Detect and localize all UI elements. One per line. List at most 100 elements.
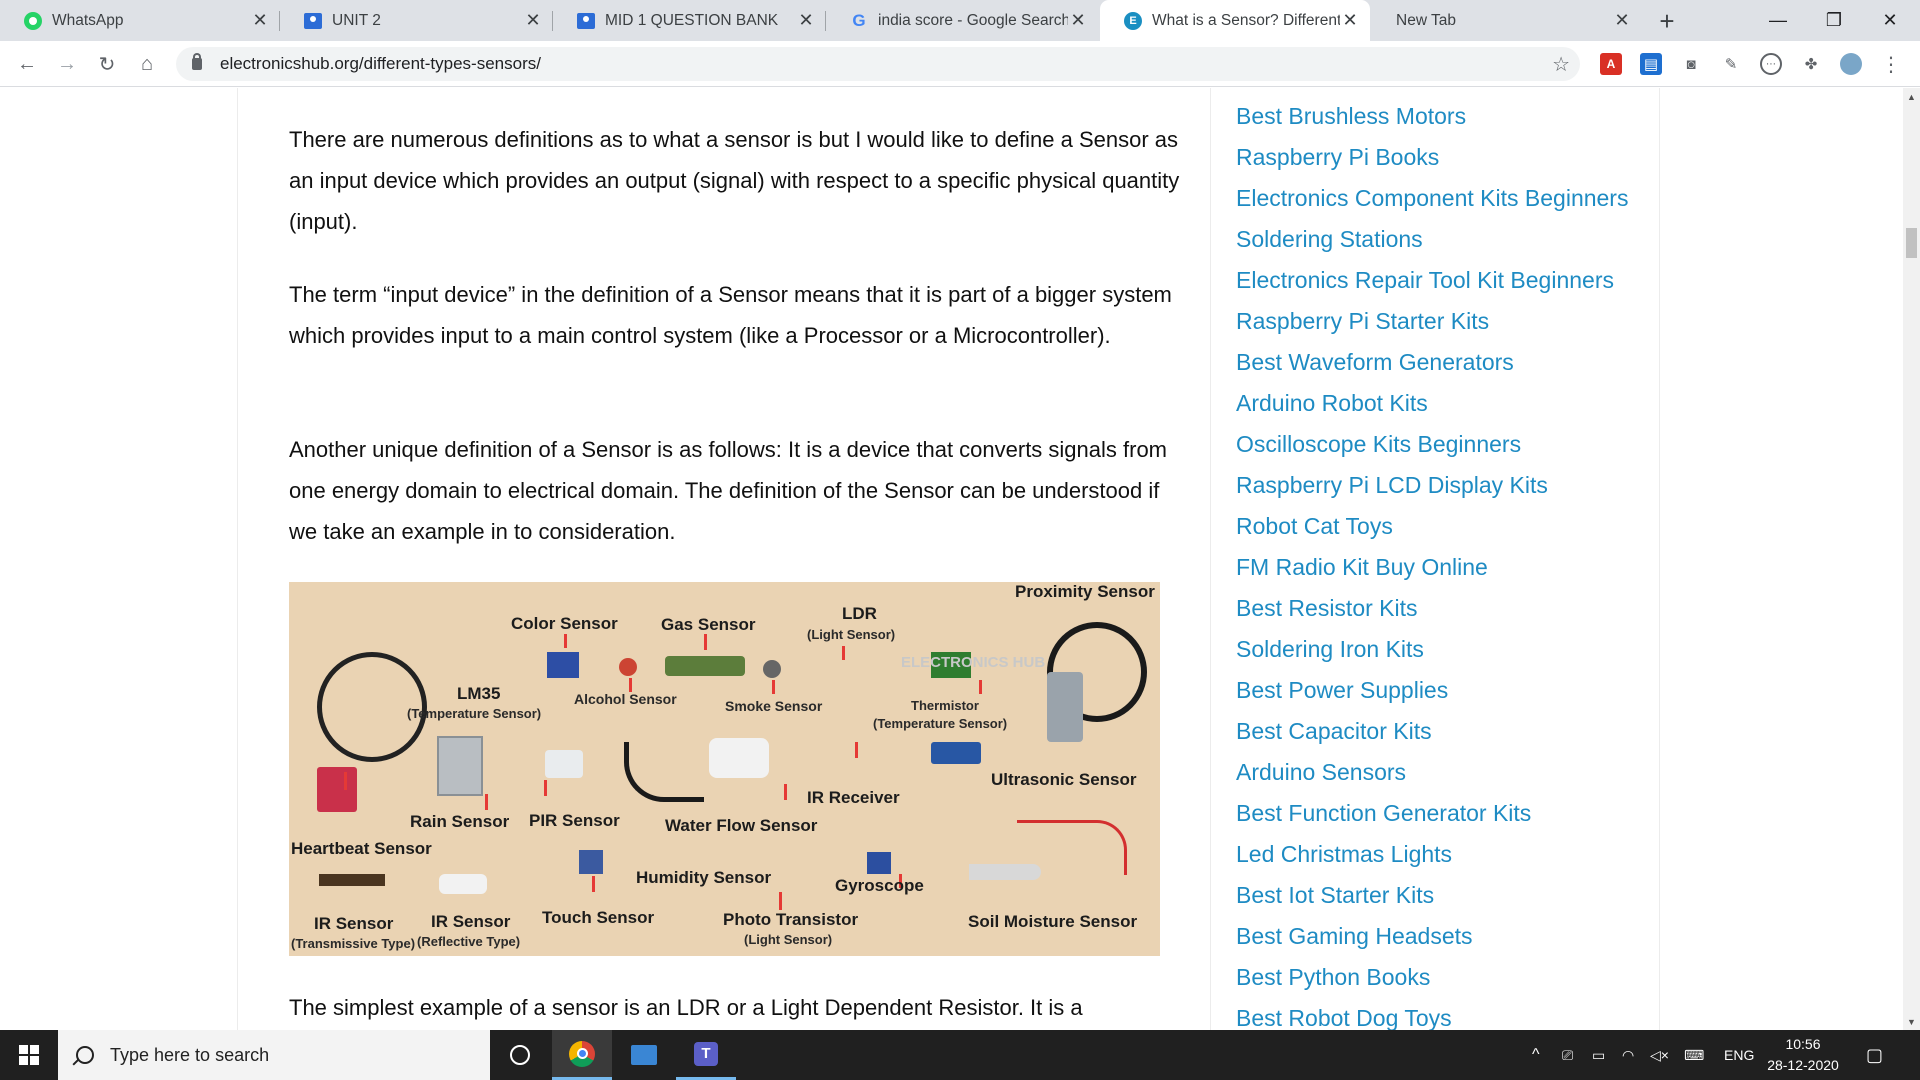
sidebar-link[interactable]: Best Waveform Generators: [1236, 349, 1514, 376]
notifications-icon[interactable]: ▢: [1866, 1030, 1883, 1080]
arrow: [592, 876, 595, 892]
bookmark-star-icon[interactable]: ☆: [1552, 52, 1570, 77]
sidebar-link[interactable]: Best Function Generator Kits: [1236, 800, 1531, 827]
start-button[interactable]: [0, 1030, 58, 1080]
sidebar-link[interactable]: Raspberry Pi LCD Display Kits: [1236, 472, 1548, 499]
menu-kebab-icon[interactable]: ⋮: [1880, 53, 1902, 76]
avatar[interactable]: [1840, 53, 1862, 75]
sidebar-link[interactable]: Raspberry Pi Starter Kits: [1236, 308, 1489, 335]
taskbar-teams[interactable]: T: [676, 1030, 736, 1080]
tab-google-search[interactable]: G india score - Google Search ✕: [826, 0, 1098, 41]
tab-new-tab[interactable]: New Tab ✕: [1372, 0, 1642, 41]
meet-now-icon[interactable]: ⎚: [1562, 1030, 1573, 1080]
sidebar-link[interactable]: Best Gaming Headsets: [1236, 923, 1473, 950]
task-view-icon: [510, 1045, 530, 1065]
tab-title: india score - Google Search: [878, 11, 1068, 29]
scroll-down-icon[interactable]: ▼: [1903, 1013, 1920, 1030]
close-window-button[interactable]: ✕: [1862, 0, 1918, 41]
sidebar-link[interactable]: Arduino Robot Kits: [1236, 390, 1428, 417]
heartbeat-module: [317, 767, 357, 812]
address-bar[interactable]: electronicshub.org/different-types-senso…: [176, 47, 1580, 81]
electronicshub-icon: E: [1124, 11, 1142, 30]
taskbar-search-box[interactable]: Type here to search: [58, 1030, 490, 1080]
alcohol-sensor-part: [619, 658, 637, 676]
sidebar-link[interactable]: Oscilloscope Kits Beginners: [1236, 431, 1521, 458]
page-scrollbar[interactable]: ▲ ▼: [1903, 88, 1920, 1030]
sidebar-link[interactable]: Best Iot Starter Kits: [1236, 882, 1434, 909]
close-icon[interactable]: ✕: [523, 10, 543, 31]
screen-extension-icon[interactable]: ▤: [1640, 53, 1662, 75]
wifi-icon[interactable]: ◠: [1622, 1030, 1634, 1080]
puzzle-extensions-icon[interactable]: ✤: [1800, 53, 1822, 75]
label-soil-moisture-sensor: Soil Moisture Sensor: [968, 912, 1138, 931]
forward-button[interactable]: →: [52, 49, 82, 79]
water-flow-wire: [624, 742, 704, 802]
close-icon[interactable]: ✕: [1068, 10, 1088, 31]
code-extension-icon[interactable]: ⋯: [1760, 53, 1782, 75]
chrome-icon: [569, 1040, 595, 1067]
gyroscope-part: [867, 852, 891, 874]
task-view-button[interactable]: [490, 1030, 550, 1080]
tab-whatsapp[interactable]: WhatsApp ✕: [0, 0, 280, 41]
paragraph: The term “input device” in the definitio…: [289, 282, 1172, 348]
sidebar-link[interactable]: Best Resistor Kits: [1236, 595, 1418, 622]
sidebar-link[interactable]: Electronics Repair Tool Kit Beginners: [1236, 267, 1614, 294]
reload-button[interactable]: ↻: [92, 49, 122, 79]
watermark: ELECTRONICS HUB: [901, 654, 1046, 671]
system-clock[interactable]: 10:56 28-12-2020: [1760, 1034, 1846, 1076]
tab-electronicshub[interactable]: E What is a Sensor? Different T ✕: [1100, 0, 1370, 41]
volume-muted-icon[interactable]: ◁×: [1650, 1030, 1669, 1080]
language-indicator[interactable]: ENG: [1724, 1030, 1754, 1080]
label-color-sensor: Color Sensor: [511, 614, 618, 633]
label-ultrasonic-sensor: Ultrasonic Sensor: [991, 770, 1137, 789]
sidebar: Best Brushless Motors Raspberry Pi Books…: [1210, 88, 1660, 1030]
tab-unit-2[interactable]: UNIT 2 ✕: [280, 0, 553, 41]
sidebar-link[interactable]: Best Brushless Motors: [1236, 103, 1466, 130]
close-icon[interactable]: ✕: [1340, 10, 1360, 31]
sidebar-link[interactable]: Robot Cat Toys: [1236, 513, 1393, 540]
classroom-icon: [577, 12, 595, 30]
camera-extension-icon[interactable]: ◙: [1680, 53, 1702, 75]
sidebar-link[interactable]: FM Radio Kit Buy Online: [1236, 554, 1488, 581]
sidebar-link[interactable]: Soldering Stations: [1236, 226, 1423, 253]
sidebar-link[interactable]: Soldering Iron Kits: [1236, 636, 1424, 663]
label-alcohol-sensor: Alcohol Sensor: [574, 691, 677, 707]
url-text[interactable]: electronicshub.org/different-types-senso…: [220, 54, 541, 74]
eyedropper-extension-icon[interactable]: ✎: [1720, 53, 1742, 75]
clock-time: 10:56: [1785, 1036, 1821, 1052]
close-icon[interactable]: ✕: [250, 10, 270, 31]
label-heartbeat-sensor: Heartbeat Sensor: [291, 839, 432, 858]
label-ir-transmissive-sub: (Transmissive Type): [291, 936, 416, 951]
sidebar-link[interactable]: Best Capacitor Kits: [1236, 718, 1432, 745]
scroll-up-icon[interactable]: ▲: [1903, 88, 1920, 105]
new-tab-button[interactable]: +: [1652, 6, 1682, 36]
taskbar-file-manager[interactable]: [614, 1030, 674, 1080]
arrow: [784, 784, 787, 800]
close-icon[interactable]: ✕: [1612, 10, 1632, 31]
keyboard-icon[interactable]: ⌨: [1684, 1030, 1704, 1080]
battery-icon[interactable]: ▭: [1592, 1030, 1605, 1080]
sidebar-link[interactable]: Electronics Component Kits Beginners: [1236, 185, 1628, 212]
sidebar-link[interactable]: Led Christmas Lights: [1236, 841, 1452, 868]
paragraph: There are numerous definitions as to wha…: [289, 127, 1180, 234]
home-button[interactable]: ⌂: [132, 49, 162, 79]
sidebar-link[interactable]: Best Python Books: [1236, 964, 1430, 991]
back-button[interactable]: ←: [12, 49, 42, 79]
tray-overflow-icon[interactable]: ^: [1532, 1030, 1540, 1080]
smoke-sensor-part: [763, 660, 781, 678]
sidebar-link[interactable]: Best Power Supplies: [1236, 677, 1448, 704]
sidebar-link[interactable]: Arduino Sensors: [1236, 759, 1406, 786]
label-photo-transistor: Photo Transistor: [723, 910, 859, 929]
label-humidity-sensor: Humidity Sensor: [636, 868, 772, 887]
taskbar-chrome[interactable]: [552, 1030, 612, 1080]
scroll-thumb[interactable]: [1906, 228, 1917, 258]
sidebar-link[interactable]: Raspberry Pi Books: [1236, 144, 1439, 171]
sidebar-link[interactable]: Best Robot Dog Toys: [1236, 1005, 1452, 1030]
tab-mid-1-question-bank[interactable]: MID 1 QUESTION BANK ✕: [553, 0, 826, 41]
close-icon[interactable]: ✕: [796, 10, 816, 31]
pdf-extension-icon[interactable]: A: [1600, 53, 1622, 75]
label-lm35-sub: (Temperature Sensor): [407, 706, 542, 721]
lock-icon[interactable]: [192, 53, 202, 70]
restore-button[interactable]: ❐: [1806, 0, 1862, 41]
minimize-button[interactable]: —: [1750, 0, 1806, 41]
